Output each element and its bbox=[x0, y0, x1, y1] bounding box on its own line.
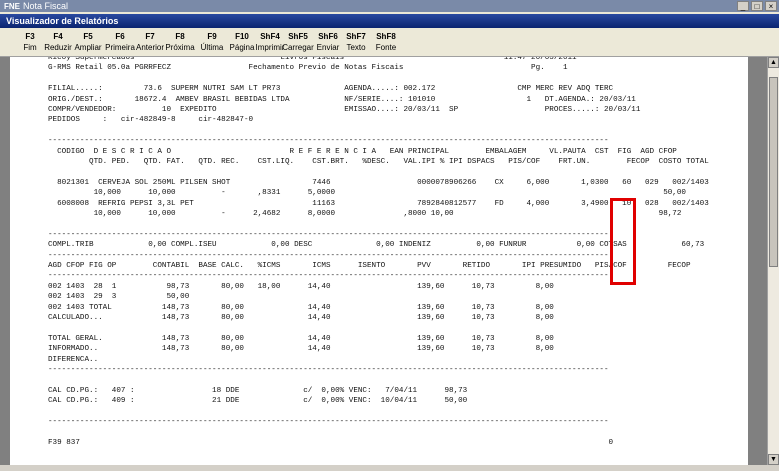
toolbar-action-label: Fonte bbox=[375, 43, 397, 52]
toolbar-key-label: F6 bbox=[115, 32, 125, 41]
report-line bbox=[48, 428, 709, 438]
report-line: COMPR/VENDEDOR: 10 EXPEDITO EMISSAO....:… bbox=[48, 106, 641, 115]
report-line: 002 1403 TOTAL 148,73 80,00 14,40 139,60… bbox=[48, 303, 554, 312]
toolbar-key-label: F4 bbox=[53, 32, 63, 41]
report-viewport[interactable]: Ricoy Supermercados Livros Fiscais 11:47… bbox=[0, 57, 768, 465]
toolbar-key-label: F9 bbox=[207, 32, 217, 41]
close-button[interactable]: × bbox=[765, 1, 777, 11]
scroll-up-button[interactable]: ▲ bbox=[768, 57, 779, 68]
report-line: INFORMADO.. 148,73 80,00 14,40 139,60 10… bbox=[48, 345, 554, 354]
report-line: DIFERENCA.. bbox=[48, 355, 99, 364]
toolbar-action-label: Carregar bbox=[282, 43, 314, 52]
report-line: G-RMS Retail 05.0a PGRRFECZ Fechamento P… bbox=[48, 64, 568, 73]
toolbar-action-label: Reduzir bbox=[44, 43, 72, 52]
report-line: CAL CD.PG.: 409 : 21 DDE c/ 0,00% VENC: … bbox=[48, 397, 468, 406]
toolbar-button-f7[interactable]: F7 Anterior bbox=[134, 32, 166, 53]
toolbar-action-label: Anterior bbox=[135, 43, 164, 52]
window-bottom-edge bbox=[0, 465, 779, 471]
viewer-titlebar: Visualizador de Relatórios bbox=[0, 14, 779, 28]
toolbar-button-f8[interactable]: F8 Próxima bbox=[164, 32, 196, 53]
report-line: ORIG./DEST.: 18672.4 AMBEV BRASIL BEBIDA… bbox=[48, 95, 636, 104]
report-line: 002 1403 29 3 50,00 bbox=[48, 293, 190, 302]
toolbar-button-f6[interactable]: F6 Primeira bbox=[104, 32, 136, 53]
toolbar-action-label: Última bbox=[200, 43, 224, 52]
report-line bbox=[48, 407, 709, 417]
report-line bbox=[48, 126, 709, 136]
toolbar-action-label: Ampliar bbox=[74, 43, 102, 52]
report-line: FILIAL.....: 73.6 SUPERM NUTRI SAM LT PR… bbox=[48, 85, 614, 94]
window-title: Nota Fiscal bbox=[23, 1, 69, 11]
report-line bbox=[48, 74, 709, 84]
toolbar-key-label: ShF8 bbox=[376, 32, 396, 41]
viewer-title: Visualizador de Relatórios bbox=[6, 16, 119, 26]
toolbar-key-label: ShF5 bbox=[288, 32, 308, 41]
report-line: ----------------------------------------… bbox=[48, 418, 609, 427]
report-line: TOTAL GERAL. 148,73 80,00 14,40 139,60 1… bbox=[48, 334, 554, 343]
report-line: CAL CD.PG.: 407 : 18 DDE c/ 0,00% VENC: … bbox=[48, 386, 468, 395]
report-line: CALCULADO... 148,73 80,00 14,40 139,60 1… bbox=[48, 314, 554, 323]
maximize-button[interactable]: □ bbox=[751, 1, 763, 11]
toolbar-action-label: Primeira bbox=[105, 43, 135, 52]
report-line bbox=[48, 324, 709, 334]
toolbar-button-f4[interactable]: F4 Reduzir bbox=[42, 32, 74, 53]
report-line bbox=[48, 376, 709, 386]
toolbar-key-label: F5 bbox=[83, 32, 93, 41]
report-line: ----------------------------------------… bbox=[48, 366, 609, 375]
toolbar-button-shf7[interactable]: ShF7 Texto bbox=[340, 32, 372, 53]
function-key-toolbar: F3 Fim F4 Reduzir F5 Ampliar F6 Primeira F7 Anter… bbox=[0, 28, 779, 57]
vertical-scrollbar[interactable]: ▲ ▼ bbox=[767, 57, 779, 465]
report-line: PEDIDOS : cir-482849-8 cir-482847-0 bbox=[48, 116, 254, 125]
minimize-button[interactable]: _ bbox=[737, 1, 749, 11]
report-line: ----------------------------------------… bbox=[48, 137, 609, 146]
scroll-thumb[interactable] bbox=[769, 77, 778, 267]
report-line: F39 837 0 bbox=[48, 438, 614, 447]
window-controls: _ □ × bbox=[737, 1, 777, 11]
report-line: QTD. PED. QTD. FAT. QTD. REC. CST.LIQ. C… bbox=[48, 158, 709, 167]
report-line: CODIGO D E S C R I C A O R E F E R E N C… bbox=[48, 147, 677, 156]
toolbar-button-f9[interactable]: F9 Última bbox=[196, 32, 228, 53]
scroll-down-button[interactable]: ▼ bbox=[768, 454, 779, 465]
report-line: 8021301 CERVEJA SOL 250ML PILSEN SHOT 74… bbox=[48, 178, 709, 187]
toolbar-button-shf8[interactable]: ShF8 Fonte bbox=[370, 32, 402, 53]
toolbar-action-label: Próxima bbox=[165, 43, 195, 52]
toolbar-key-label: F7 bbox=[145, 32, 155, 41]
toolbar-key-label: ShF7 bbox=[346, 32, 366, 41]
toolbar-button-shf5[interactable]: ShF5 Carregar bbox=[282, 32, 314, 53]
window-titlebar: FNE Nota Fiscal _ □ × bbox=[0, 0, 779, 12]
cst-column-highlight bbox=[610, 198, 636, 285]
report-line bbox=[48, 167, 709, 177]
report-page: Ricoy Supermercados Livros Fiscais 11:47… bbox=[10, 57, 748, 465]
toolbar-action-label: Texto bbox=[346, 43, 366, 52]
toolbar-key-label: F8 bbox=[175, 32, 185, 41]
toolbar-button-f5[interactable]: F5 Ampliar bbox=[72, 32, 104, 53]
